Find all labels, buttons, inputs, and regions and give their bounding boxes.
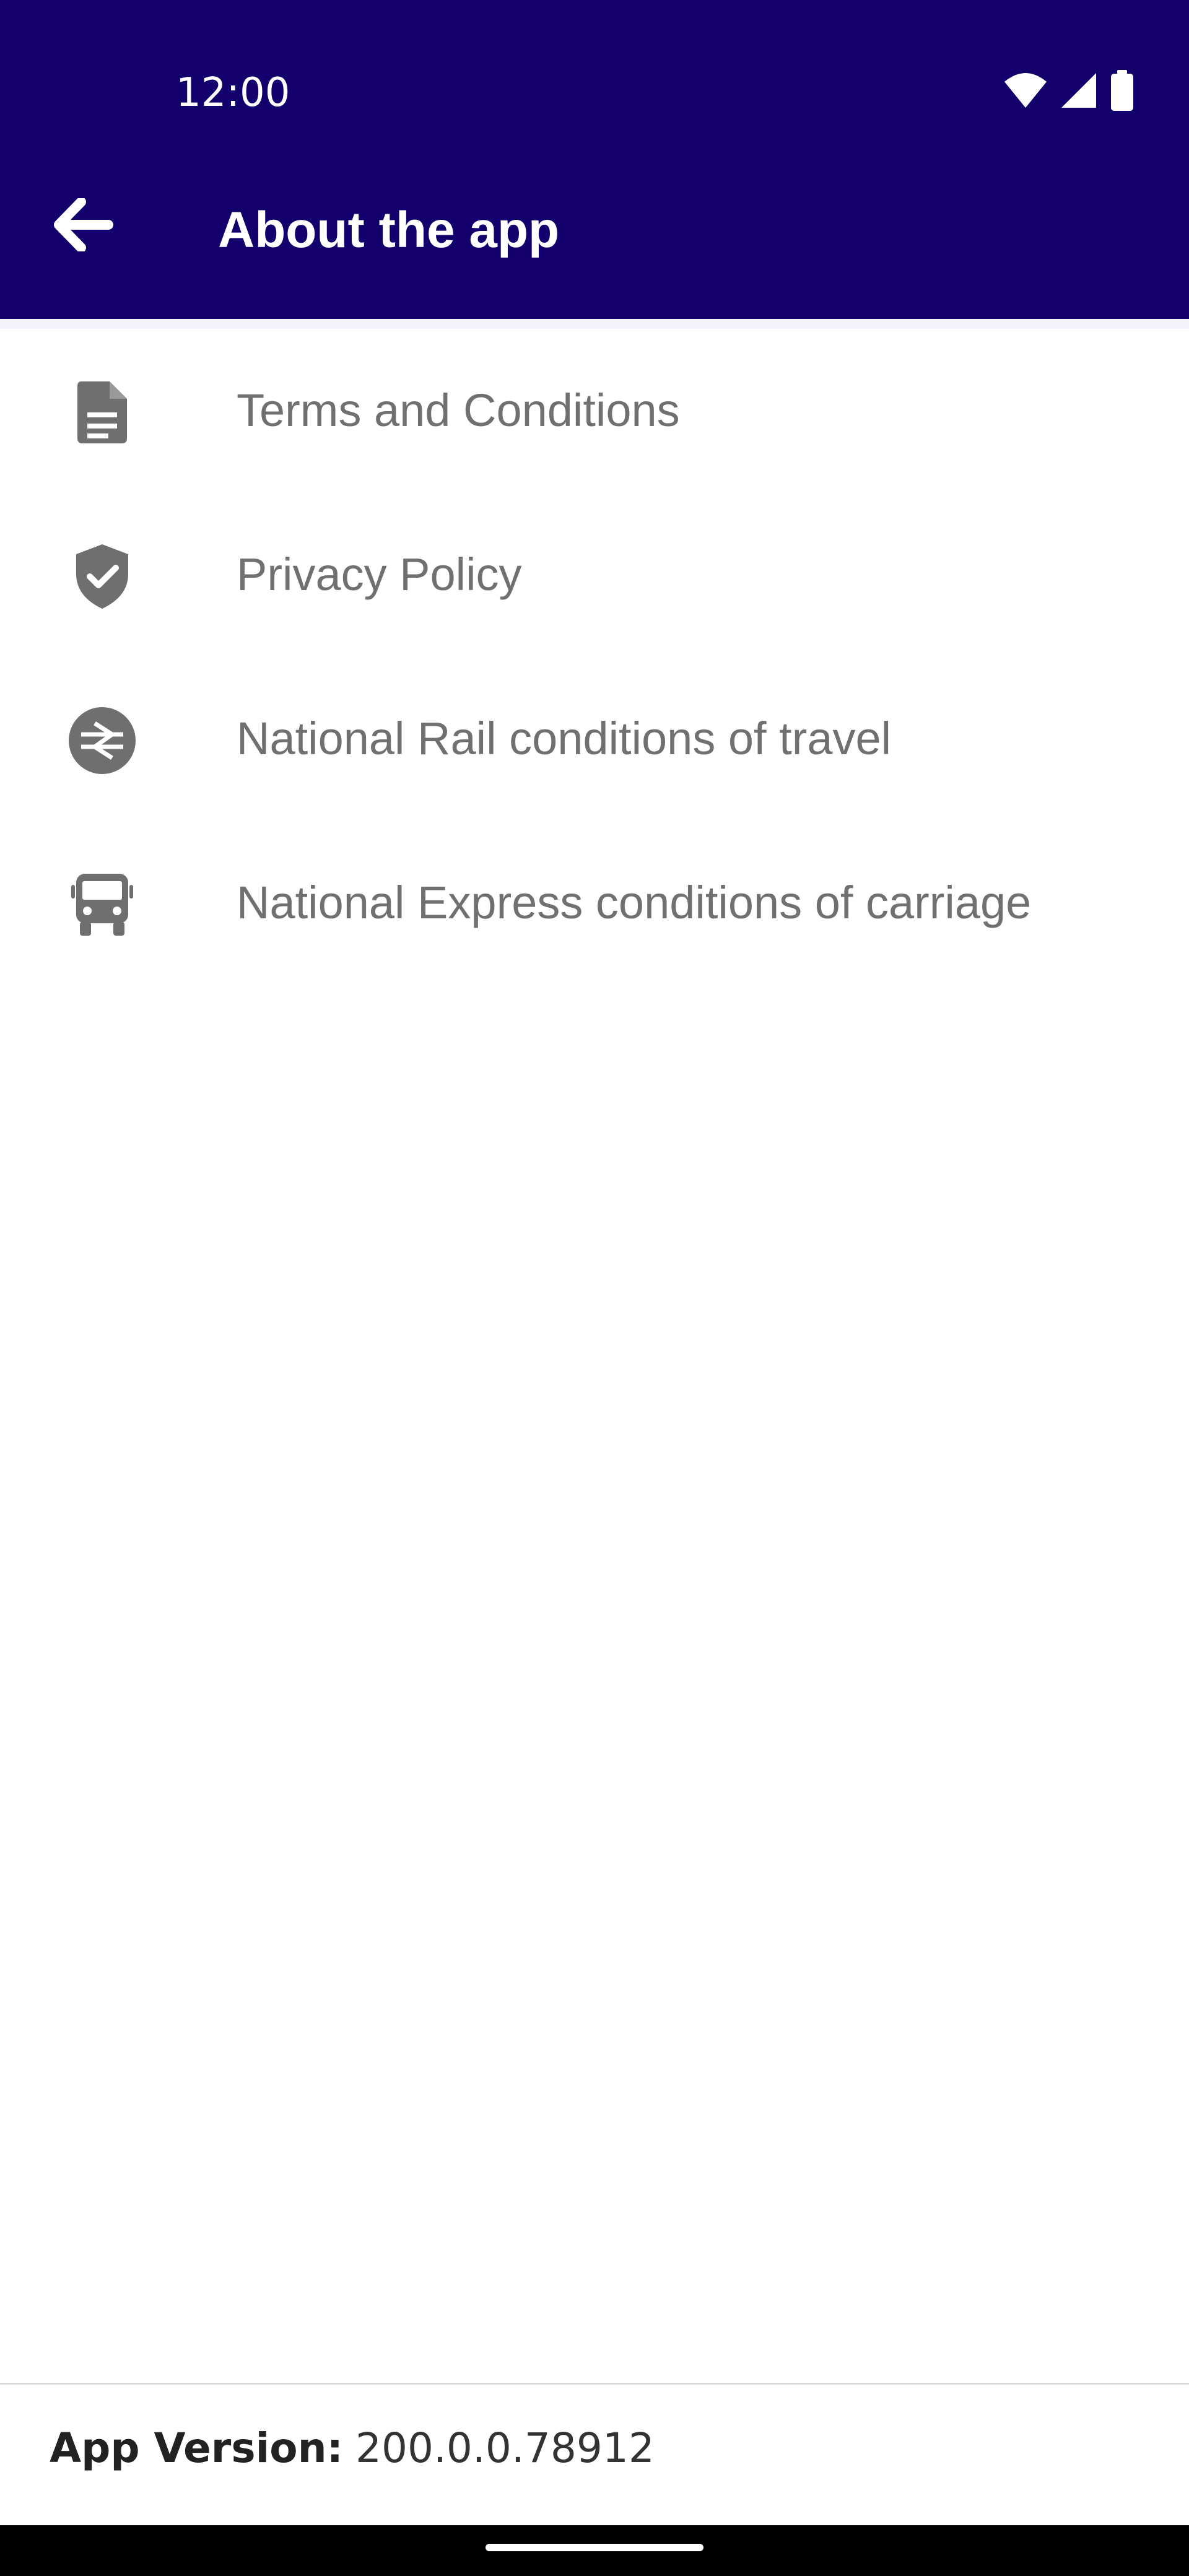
status-icons (1003, 69, 1135, 111)
menu-item-label: Privacy Policy (237, 549, 522, 600)
menu-item-national-rail-conditions[interactable]: National Rail conditions of travel (0, 657, 1189, 821)
app-version-footer: App Version: 200.0.0.78912 (50, 2424, 655, 2486)
status-time: 12:00 (176, 70, 290, 116)
document-icon (62, 372, 142, 453)
app-version-value: 200.0.0.78912 (355, 2424, 655, 2472)
menu-item-national-express-conditions[interactable]: National Express conditions of carriage (0, 821, 1189, 985)
arrow-back-icon (54, 196, 113, 255)
header-divider (0, 319, 1189, 329)
bus-icon (62, 864, 142, 945)
cellular-signal-icon (1060, 72, 1097, 109)
menu-item-label: Terms and Conditions (237, 385, 680, 436)
wifi-icon (1003, 72, 1048, 109)
app-bar: 12:00 About the app (0, 0, 1189, 319)
menu-item-label: National Express conditions of carriage (237, 877, 1032, 928)
footer-divider (0, 2383, 1189, 2385)
menu-item-terms-and-conditions[interactable]: Terms and Conditions (0, 329, 1189, 493)
battery-icon (1110, 70, 1135, 111)
menu-item-label: National Rail conditions of travel (237, 713, 892, 764)
shield-check-icon (62, 536, 142, 617)
about-menu-list: Terms and Conditions Privacy Policy Nati… (0, 329, 1189, 985)
system-navigation-bar (0, 2525, 1189, 2576)
home-gesture-handle[interactable] (486, 2544, 703, 2551)
national-rail-icon (62, 700, 142, 781)
back-button[interactable] (37, 180, 130, 272)
menu-item-privacy-policy[interactable]: Privacy Policy (0, 493, 1189, 657)
page-title: About the app (218, 202, 560, 258)
app-version-label: App Version: (50, 2424, 343, 2472)
about-app-screen: 12:00 About the app Terms and Conditions… (0, 0, 1189, 2576)
